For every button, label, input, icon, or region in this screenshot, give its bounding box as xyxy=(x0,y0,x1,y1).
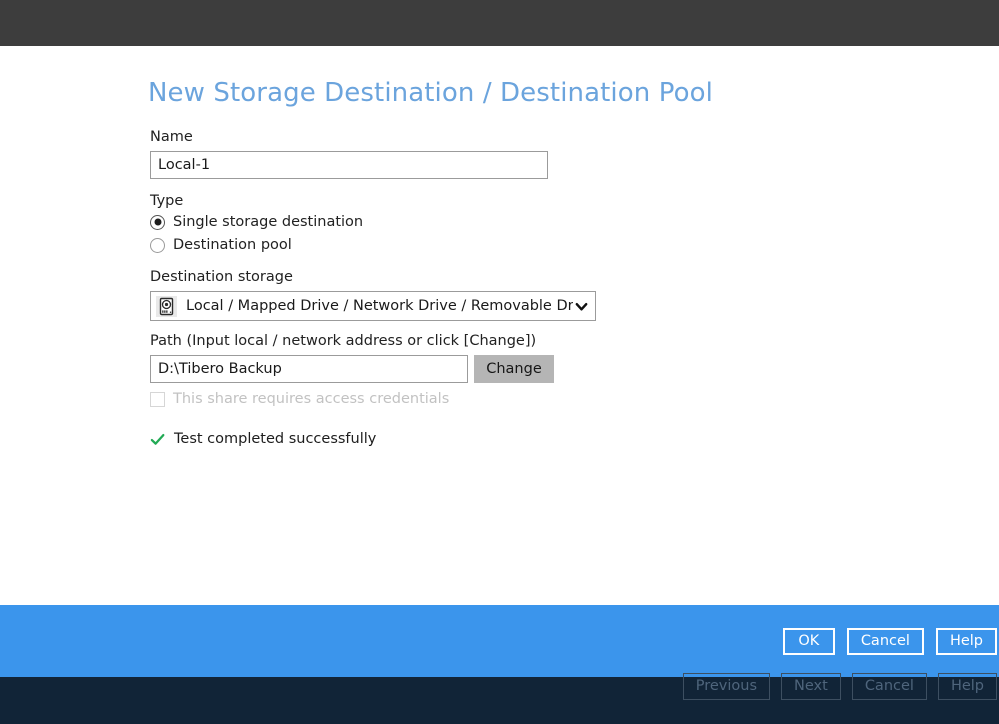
test-status-text: Test completed successfully xyxy=(174,431,377,447)
cancel-button[interactable]: Cancel xyxy=(846,628,924,655)
wizard-bottom-bar: Previous Next Cancel Help xyxy=(0,673,999,724)
wizard-cancel-button: Cancel xyxy=(851,673,927,700)
radio-destination-pool-label: Destination pool xyxy=(173,237,292,253)
check-mark-icon xyxy=(150,432,165,447)
hard-drive-icon xyxy=(156,295,177,317)
wizard-bottom-bar-buttons: Previous Next Cancel Help xyxy=(682,673,997,700)
help-button[interactable]: Help xyxy=(935,628,997,655)
share-credentials-label: This share requires access credentials xyxy=(173,391,450,407)
type-label: Type xyxy=(150,193,184,209)
dialog-content-area: New Storage Destination / Destination Po… xyxy=(0,46,999,605)
change-button[interactable]: Change xyxy=(474,355,554,383)
dialog-footer: OK Cancel Help xyxy=(0,605,999,677)
name-label: Name xyxy=(150,129,193,145)
radio-destination-pool-indicator[interactable] xyxy=(150,237,165,253)
radio-single-storage-destination[interactable]: Single storage destination xyxy=(150,214,363,230)
path-label: Path (Input local / network address or c… xyxy=(150,333,537,349)
page-title: New Storage Destination / Destination Po… xyxy=(148,78,713,108)
wizard-previous-button: Previous xyxy=(682,673,771,700)
radio-single-storage-destination-indicator[interactable] xyxy=(150,214,165,230)
dialog-footer-buttons: OK Cancel Help xyxy=(782,628,997,655)
browser-top-bar xyxy=(0,0,999,46)
destination-storage-selected-value: Local / Mapped Drive / Network Drive / R… xyxy=(186,298,573,314)
name-input[interactable] xyxy=(150,151,548,179)
wizard-help-button: Help xyxy=(937,673,997,700)
share-credentials-checkbox-row: This share requires access credentials xyxy=(150,391,449,407)
chevron-down-icon[interactable] xyxy=(573,298,589,314)
radio-destination-pool[interactable]: Destination pool xyxy=(150,237,292,253)
destination-storage-label: Destination storage xyxy=(150,269,293,285)
test-status: Test completed successfully xyxy=(150,431,376,447)
radio-single-storage-destination-label: Single storage destination xyxy=(173,214,364,230)
ok-button[interactable]: OK xyxy=(782,628,835,655)
destination-storage-select[interactable]: Local / Mapped Drive / Network Drive / R… xyxy=(150,291,596,321)
share-credentials-checkbox xyxy=(150,391,165,407)
path-input[interactable] xyxy=(150,355,468,383)
wizard-next-button: Next xyxy=(781,673,841,700)
